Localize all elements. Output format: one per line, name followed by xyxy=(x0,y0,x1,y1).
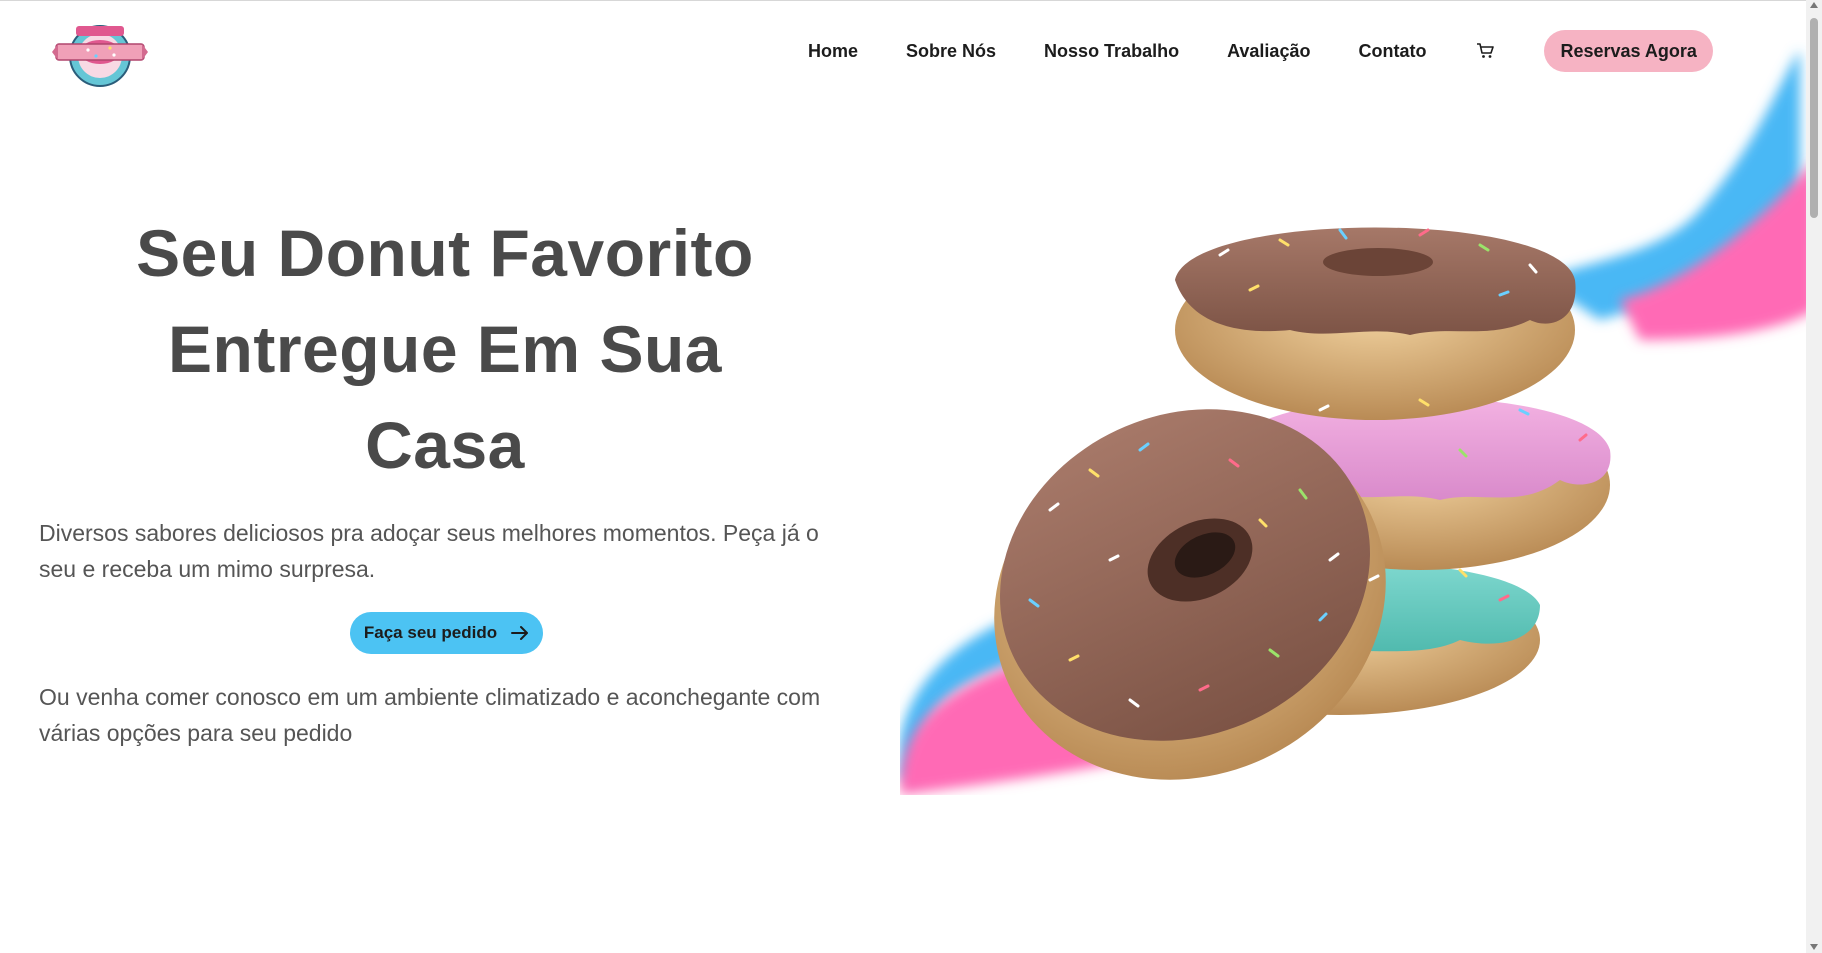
nav-home[interactable]: Home xyxy=(808,30,858,72)
hero-subtext: Ou venha comer conosco em um ambiente cl… xyxy=(39,684,821,746)
arrow-right-icon xyxy=(511,626,529,640)
scroll-up-icon[interactable] xyxy=(1810,2,1818,8)
scroll-down-icon[interactable] xyxy=(1810,944,1818,950)
order-button[interactable]: Faça seu pedido xyxy=(350,612,543,654)
donut-logo-icon xyxy=(52,25,148,87)
donut-illustration xyxy=(900,40,1815,795)
order-button-label: Faça seu pedido xyxy=(363,623,498,642)
hero-description: Diversos sabores deliciosos pra adoçar s… xyxy=(39,520,819,582)
hero-title: Seu Donut Favorito Entregue Em Sua Casa xyxy=(120,205,770,493)
scrollbar-thumb[interactable] xyxy=(1810,18,1818,218)
donut-stack-image xyxy=(900,50,1815,795)
hero-title-line-1: Seu Donut Favorito xyxy=(136,216,754,290)
hero-title-line-3: Casa xyxy=(365,408,525,482)
brand-logo[interactable] xyxy=(52,18,148,88)
hero-title-line-2: Entregue Em Sua xyxy=(168,312,722,386)
page-scrollbar[interactable] xyxy=(1806,0,1822,953)
